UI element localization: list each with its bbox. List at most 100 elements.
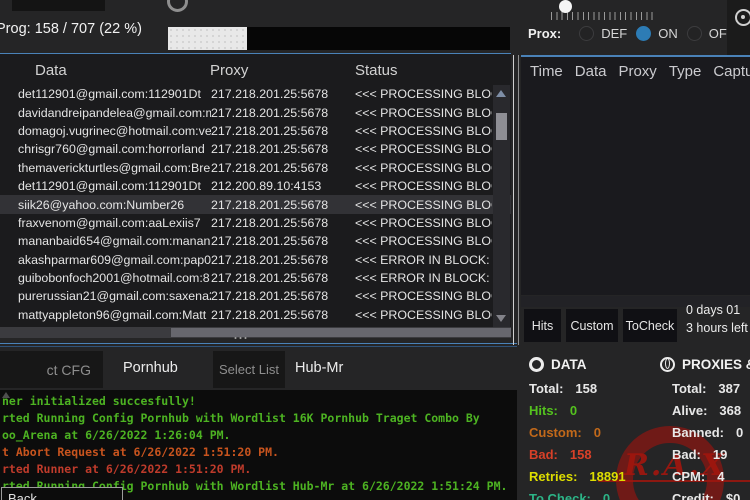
cell-proxy: 217.218.201.25:5678 bbox=[211, 234, 355, 248]
back-button[interactable]: Back bbox=[1, 487, 123, 500]
radio-dot-icon[interactable] bbox=[579, 26, 594, 41]
vertical-scrollbar[interactable] bbox=[493, 85, 510, 327]
cell-data: fraxvenom@gmail.com:aaLexiis7 bbox=[0, 216, 211, 230]
stat-value: 158 bbox=[570, 447, 592, 462]
stat-label: Bad: bbox=[529, 447, 558, 462]
hits-table: Time Data Proxy Type Capture bbox=[521, 55, 750, 295]
cell-data: davidandreipandelea@gmail.com:ma bbox=[0, 106, 211, 120]
cell-status: <<< PROCESSING BLOCK bbox=[355, 106, 492, 120]
cell-data: siik26@yahoo.com:Number26 bbox=[0, 198, 211, 212]
table-row[interactable]: purerussian21@gmail.com:saxena2217.218.2… bbox=[0, 287, 511, 305]
stat-row: Retries:18891 bbox=[529, 465, 626, 487]
column-header-type[interactable]: Type bbox=[669, 63, 702, 80]
table-row[interactable]: guibobonfoch2001@hotmail.com:8217.218.20… bbox=[0, 269, 511, 287]
select-list-button[interactable]: Select List bbox=[213, 351, 285, 388]
cell-data: guibobonfoch2001@hotmail.com:8 bbox=[0, 271, 211, 285]
table-row[interactable]: mananbaid654@gmail.com:manan217.218.201.… bbox=[0, 232, 511, 250]
splitter-line bbox=[0, 343, 517, 344]
stat-value: 387 bbox=[718, 381, 740, 396]
side-toolbar bbox=[727, 0, 750, 55]
hits-table-header: Time Data Proxy Type Capture bbox=[530, 63, 750, 80]
radio-dot-icon[interactable] bbox=[687, 26, 702, 41]
log-line: rted Running Config Pornhub with Wordlis… bbox=[2, 410, 507, 427]
cell-status: <<< PROCESSING BLOCK bbox=[355, 124, 492, 138]
stat-value: 0 bbox=[570, 403, 577, 418]
stat-row: Total:387 bbox=[672, 377, 743, 399]
stat-row: Credit:$0 bbox=[672, 487, 743, 500]
cell-status: <<< PROCESSING BLOCK bbox=[355, 234, 492, 248]
scroll-down-icon[interactable] bbox=[496, 315, 506, 322]
cell-data: chrisgr760@gmail.com:horrorland bbox=[0, 142, 211, 156]
column-header-time[interactable]: Time bbox=[530, 63, 563, 80]
progress-fill bbox=[168, 27, 247, 50]
cell-proxy: 217.218.201.25:5678 bbox=[211, 87, 355, 101]
column-header-capture[interactable]: Capture bbox=[713, 63, 750, 80]
data-stats-header: DATA bbox=[529, 357, 587, 372]
timer-elapsed: 0 days 01 bbox=[686, 302, 748, 320]
column-header-proxy[interactable]: Proxy bbox=[618, 63, 656, 80]
table-row[interactable]: siik26@yahoo.com:Number26217.218.201.25:… bbox=[0, 195, 511, 213]
table-row[interactable]: det112901@gmail.com:112901Dt212.200.89.1… bbox=[0, 177, 511, 195]
slider-thumb-icon[interactable] bbox=[559, 0, 572, 13]
table-row[interactable]: davidandreipandelea@gmail.com:ma217.218.… bbox=[0, 103, 511, 121]
cell-data: mananbaid654@gmail.com:manan bbox=[0, 234, 211, 248]
table-row[interactable]: chrisgr760@gmail.com:horrorland217.218.2… bbox=[0, 140, 511, 158]
hits-tab-button[interactable]: Hits bbox=[524, 309, 561, 342]
table-row[interactable]: themaverickturtles@gmail.com:Bre217.218.… bbox=[0, 159, 511, 177]
stat-row: Bad:19 bbox=[672, 443, 743, 465]
stat-value: 0 bbox=[603, 491, 610, 500]
results-table: Data Proxy Status det112901@gmail.com:11… bbox=[0, 54, 511, 327]
stat-row: Alive:368 bbox=[672, 399, 743, 421]
cell-proxy: 217.218.201.25:5678 bbox=[211, 216, 355, 230]
table-row[interactable]: mattyappleton96@gmail.com:Matt217.218.20… bbox=[0, 306, 511, 324]
cell-proxy: 217.218.201.25:5678 bbox=[211, 289, 355, 303]
stat-label: Alive: bbox=[672, 403, 707, 418]
log-line: ner initialized succesfully! bbox=[2, 393, 507, 410]
custom-tab-button[interactable]: Custom bbox=[566, 309, 618, 342]
column-header-status[interactable]: Status bbox=[355, 62, 398, 79]
cell-data: det112901@gmail.com:112901Dt bbox=[0, 87, 211, 101]
settings-icon[interactable] bbox=[735, 9, 750, 26]
radio-dot-icon[interactable] bbox=[636, 26, 651, 41]
log-line: oo_Arena at 6/26/2022 1:26:04 PM. bbox=[2, 427, 507, 444]
stat-row: CPM:4 bbox=[672, 465, 743, 487]
cell-data: domagoj.vugrinec@hotmail.com:ve bbox=[0, 124, 211, 138]
splitter-handle[interactable] bbox=[233, 336, 249, 340]
hscrollbar-thumb[interactable] bbox=[171, 328, 511, 337]
cell-status: <<< ERROR IN BLOCK: R bbox=[355, 253, 492, 267]
scroll-up-icon[interactable] bbox=[496, 90, 506, 97]
bots-slider[interactable] bbox=[551, 0, 657, 22]
scrollbar-thumb[interactable] bbox=[496, 113, 507, 140]
cell-status: <<< PROCESSING BLOCK bbox=[355, 289, 492, 303]
prox-radio-def[interactable]: DEF bbox=[579, 26, 627, 41]
prox-label: Prox: bbox=[528, 26, 561, 41]
cell-proxy: 217.218.201.25:5678 bbox=[211, 106, 355, 120]
table-row[interactable]: akashparmar609@gmail.com:pap00217.218.20… bbox=[0, 251, 511, 269]
stat-row: To Check:0 bbox=[529, 487, 626, 500]
proxies-stats-header: PROXIES & bbox=[660, 357, 750, 372]
cell-status: <<< PROCESSING BLOCK bbox=[355, 308, 492, 322]
column-header-data[interactable]: Data bbox=[35, 62, 67, 79]
table-row[interactable]: domagoj.vugrinec@hotmail.com:ve217.218.2… bbox=[0, 122, 511, 140]
horizontal-scrollbar[interactable] bbox=[0, 327, 511, 338]
cell-status: <<< PROCESSING BLOCK bbox=[355, 142, 492, 156]
prox-radio-on[interactable]: ON bbox=[636, 26, 678, 41]
runner-window: Prog: 158 / 707 (22 %) Prox: DEFONOFF Da… bbox=[0, 0, 750, 500]
window-control-remnant bbox=[12, 0, 105, 11]
panel-splitter[interactable] bbox=[513, 55, 514, 345]
column-header-proxy[interactable]: Proxy bbox=[210, 62, 248, 79]
radio-label: DEF bbox=[601, 26, 627, 41]
column-header-data[interactable]: Data bbox=[575, 63, 607, 80]
stat-label: Bad: bbox=[672, 447, 701, 462]
cell-proxy: 217.218.201.25:5678 bbox=[211, 142, 355, 156]
stat-row: Custom:0 bbox=[529, 421, 626, 443]
cell-status: <<< PROCESSING BLOCK bbox=[355, 87, 492, 101]
tocheck-tab-button[interactable]: ToCheck bbox=[623, 309, 677, 342]
select-config-button[interactable]: ct CFG bbox=[0, 351, 103, 388]
table-row[interactable]: det112901@gmail.com:112901Dt217.218.201.… bbox=[0, 85, 511, 103]
table-row[interactable]: fraxvenom@gmail.com:aaLexiis7217.218.201… bbox=[0, 214, 511, 232]
results-rows: det112901@gmail.com:112901Dt217.218.201.… bbox=[0, 85, 511, 324]
cell-status: <<< PROCESSING BLOCK bbox=[355, 161, 492, 175]
log-scroll-up-icon[interactable] bbox=[2, 392, 10, 398]
stat-value: 0 bbox=[594, 425, 601, 440]
